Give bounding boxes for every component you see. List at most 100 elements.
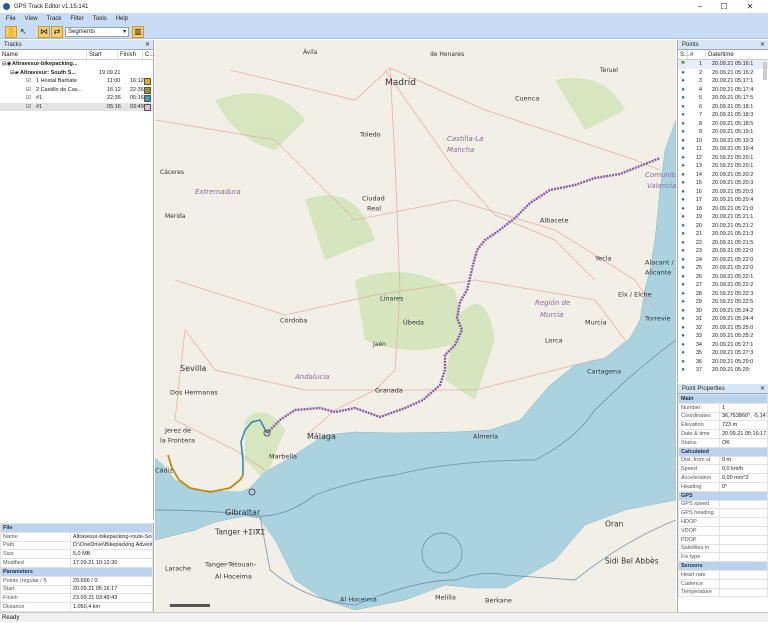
track-color-swatch[interactable] <box>144 86 151 94</box>
point-row[interactable]: ● 4 20.09.21 05:17:4 <box>678 86 768 95</box>
point-row[interactable]: ● 15 20.09.21 05:20:3 <box>678 179 768 188</box>
property-section-header[interactable]: GPS <box>678 490 768 501</box>
checkbox-icon[interactable]: ☑ <box>26 103 31 112</box>
checkbox-icon[interactable]: ☑ <box>26 94 31 103</box>
point-row[interactable]: ● 33 20.09.21 05:25:2 <box>678 332 768 341</box>
folder-icon[interactable]: ⊟▰ <box>10 69 19 78</box>
column-color[interactable]: C... <box>143 50 154 59</box>
track-row[interactable]: Altravesur-bikepacking... ⊟◉ <box>0 60 153 69</box>
property-value[interactable]: 0° <box>718 481 768 492</box>
property-value[interactable]: 723 m <box>718 420 768 431</box>
close-icon[interactable]: ✕ <box>760 384 765 394</box>
point-row[interactable]: ● 17 20.09.21 05:20:4 <box>678 196 768 205</box>
point-row[interactable]: ● 9 20.09.21 05:19:1 <box>678 128 768 137</box>
property-value[interactable]: Altravesur-bikepacking-route-Southern-Sp <box>69 531 154 542</box>
property-value[interactable]: D:\OneDrive\Bikepacking Adventures\GPX <box>69 540 154 551</box>
maximize-button[interactable]: ☐ <box>712 0 736 13</box>
point-row[interactable]: ● 12 20.09.21 05:20:1 <box>678 154 768 163</box>
point-row[interactable]: ● 37 20.09.21 05:29: <box>678 366 768 375</box>
layout-icon[interactable]: ▥ <box>132 26 144 38</box>
column-datetime[interactable]: Date/time <box>706 50 761 59</box>
property-value[interactable]: 0,0 km/h <box>718 464 768 475</box>
checkbox-icon[interactable]: ☑ <box>26 86 31 95</box>
point-row[interactable]: ● 34 20.09.21 05:27:1 <box>678 341 768 350</box>
close-button[interactable]: ✕ <box>738 0 762 13</box>
property-value[interactable]: 1 <box>718 402 768 413</box>
hand-tool-icon[interactable]: ✋ <box>5 26 17 38</box>
point-row[interactable]: ● 24 20.09.21 05:22:0 <box>678 256 768 265</box>
point-row[interactable]: ● 7 20.09.21 05:18:3 <box>678 111 768 120</box>
menu-tools[interactable]: Tools <box>93 16 107 22</box>
track-color-swatch[interactable] <box>144 95 151 102</box>
property-value[interactable]: 36,753860°, -5,147760° <box>718 411 768 422</box>
property-value[interactable]: 20.09.21 05:16:17 <box>69 584 154 595</box>
merge-icon[interactable]: ⋈ <box>38 26 50 38</box>
property-value[interactable]: 20.09.21 05:16:17.00 <box>718 429 768 439</box>
point-row[interactable]: ⚑ 1 20.09.21 05:16:1 <box>678 60 768 69</box>
close-icon[interactable]: ✕ <box>760 40 765 50</box>
property-section-header[interactable]: Sensors <box>678 561 768 571</box>
point-row[interactable]: ● 20 20.09.21 05:21:2 <box>678 222 768 231</box>
menu-file[interactable]: File <box>6 16 16 22</box>
point-row[interactable]: ● 6 20.09.21 05:18:1 <box>678 103 768 112</box>
point-row[interactable]: ● 23 20.09.21 05:22:0 <box>678 247 768 256</box>
menu-help[interactable]: Help <box>116 16 128 22</box>
point-row[interactable]: ● 2 20.09.21 05:16:2 <box>678 69 768 78</box>
property-value[interactable] <box>718 587 768 598</box>
point-row[interactable]: ● 8 20.09.21 05:18:5 <box>678 120 768 129</box>
track-row[interactable]: 1 Hostal Barbate ☑ 11:00 16:12 <box>0 77 153 86</box>
property-value[interactable]: 29.666 / 0 <box>69 575 154 586</box>
point-row[interactable]: ● 27 20.09.21 05:22:2 <box>678 281 768 290</box>
point-row[interactable]: ● 10 20.09.21 05:19:3 <box>678 137 768 146</box>
point-row[interactable]: ● 35 20.09.21 05:27:3 <box>678 349 768 358</box>
property-value[interactable]: 0 m <box>718 455 768 466</box>
property-section-header[interactable]: Main <box>678 394 768 404</box>
point-row[interactable]: ● 31 20.09.21 05:24:4 <box>678 315 768 324</box>
property-value[interactable]: 23.09.21 03:49:43 <box>69 593 154 604</box>
selection-mode-dropdown[interactable]: Segments ▾ <box>65 27 129 37</box>
point-row[interactable]: ● 30 20.09.21 05:24:2 <box>678 307 768 316</box>
point-row[interactable]: ● 36 20.09.21 05:29:0 <box>678 358 768 367</box>
property-value[interactable] <box>718 525 768 536</box>
point-row[interactable]: ● 25 20.09.21 05:22:0 <box>678 264 768 273</box>
point-row[interactable]: ● 28 20.09.21 05:22:3 <box>678 290 768 299</box>
swap-icon[interactable]: ⇄ <box>51 26 63 38</box>
points-scrollbar[interactable] <box>763 62 767 80</box>
track-color-swatch[interactable] <box>144 78 151 85</box>
point-row[interactable]: ● 22 20.09.21 05:21:5 <box>678 239 768 248</box>
property-section-header[interactable]: Calculated <box>678 446 768 457</box>
property-value[interactable] <box>718 552 768 563</box>
track-row[interactable]: #1 ☑ 05:16 03:49 <box>0 102 153 112</box>
point-row[interactable]: ● 18 20.09.21 05:21:0 <box>678 205 768 214</box>
property-value[interactable]: OK <box>718 437 768 448</box>
column-finish[interactable]: Finish <box>118 50 143 59</box>
property-value[interactable]: 0,00 m/s^2 <box>718 473 768 483</box>
map-view[interactable]: Ávila de Henares Madrid Teruel Cuenca Toledo C… <box>155 40 676 612</box>
pointer-tool-icon[interactable]: ↖ <box>20 27 27 36</box>
property-value[interactable]: 5,0 MB <box>69 549 154 560</box>
property-value[interactable] <box>718 534 768 545</box>
column-number[interactable]: # <box>688 50 706 59</box>
property-value[interactable]: 1.050,4 km <box>69 602 154 612</box>
track-color-swatch[interactable] <box>144 103 151 111</box>
property-section-header[interactable]: Parameters <box>0 566 153 577</box>
point-row[interactable]: ● 11 20.09.21 05:19:4 <box>678 145 768 154</box>
point-row[interactable]: ● 13 20.09.21 05:20:1 <box>678 162 768 171</box>
column-start[interactable]: Start <box>87 50 118 59</box>
point-row[interactable]: ● 14 20.09.21 05:20:2 <box>678 171 768 180</box>
column-name[interactable]: Name <box>0 50 87 59</box>
point-row[interactable]: ● 21 20.09.21 05:21:3 <box>678 230 768 239</box>
point-row[interactable]: ● 16 20.09.21 05:20:3 <box>678 188 768 197</box>
minimize-button[interactable]: – <box>688 0 712 13</box>
property-value[interactable] <box>718 517 768 527</box>
property-section-header[interactable]: File <box>0 523 153 533</box>
point-row[interactable]: ● 19 20.09.21 05:21:1 <box>678 213 768 222</box>
close-icon[interactable]: ✕ <box>145 40 150 50</box>
column-status[interactable]: S... <box>678 50 689 59</box>
menu-track[interactable]: Track <box>47 16 62 22</box>
point-row[interactable]: ● 5 20.09.21 05:17:5 <box>678 94 768 103</box>
point-row[interactable]: ● 29 20.09.21 05:22:5 <box>678 298 768 307</box>
property-value[interactable] <box>718 578 768 589</box>
menu-filter[interactable]: Filter <box>70 16 83 22</box>
property-value[interactable] <box>718 543 768 554</box>
